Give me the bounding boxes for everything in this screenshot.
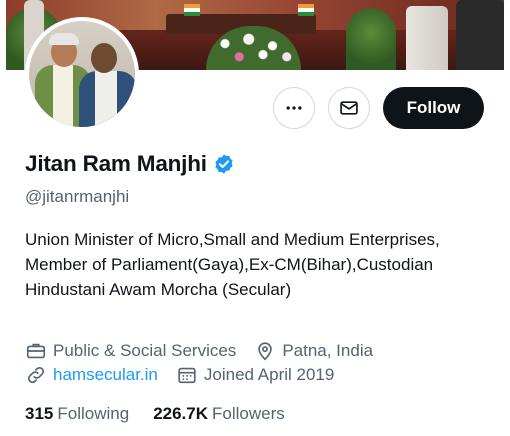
profile-stats: 315 Following 226.7K Followers	[25, 404, 309, 424]
verified-badge-icon[interactable]	[213, 153, 235, 175]
avatar[interactable]	[25, 17, 139, 131]
banner-flag	[184, 4, 200, 16]
avatar-figure	[91, 43, 117, 73]
followers-link[interactable]: 226.7K Followers	[153, 404, 285, 424]
calendar-icon	[178, 367, 196, 384]
link-icon	[27, 366, 45, 384]
follow-button[interactable]: Follow	[383, 87, 484, 129]
profile-website[interactable]: hamsecular.in	[25, 364, 158, 386]
profile-handle: @jitanrmanjhi	[25, 187, 130, 206]
more-options-button[interactable]	[273, 87, 315, 129]
envelope-icon	[340, 101, 358, 115]
profile-name-row: Jitan Ram Manjhi	[25, 151, 235, 177]
message-button[interactable]	[328, 87, 370, 129]
profile-location: Patna, India	[254, 340, 373, 362]
banner-flag	[298, 4, 314, 16]
profile-meta-row: hamsecular.in Joined April 2019	[25, 364, 352, 386]
more-horizontal-icon	[286, 106, 302, 110]
banner-person	[406, 6, 448, 70]
banner-person	[456, 0, 504, 70]
profile-joined-text: Joined April 2019	[203, 365, 335, 384]
following-label: Following	[57, 404, 130, 423]
avatar-figure	[95, 71, 117, 127]
followers-label: Followers	[212, 404, 285, 423]
profile-bio: Union Minister of Micro,Small and Medium…	[25, 230, 440, 299]
profile-meta-row: Public & Social Services Patna, India	[25, 340, 391, 362]
profile-name: Jitan Ram Manjhi	[25, 151, 207, 176]
profile-joined: Joined April 2019	[176, 364, 334, 386]
avatar-figure	[53, 65, 73, 127]
followers-count: 226.7K	[153, 404, 209, 423]
following-count: 315	[25, 404, 54, 423]
profile-website-link[interactable]: hamsecular.in	[53, 365, 158, 385]
profile-location-text: Patna, India	[282, 341, 374, 360]
banner-plant-right	[346, 8, 396, 70]
location-pin-icon	[258, 342, 273, 361]
avatar-figure	[49, 33, 79, 45]
profile-category: Public & Social Services	[25, 340, 236, 362]
briefcase-icon	[26, 343, 46, 359]
following-link[interactable]: 315 Following	[25, 404, 129, 424]
profile-category-text: Public & Social Services	[53, 341, 237, 360]
